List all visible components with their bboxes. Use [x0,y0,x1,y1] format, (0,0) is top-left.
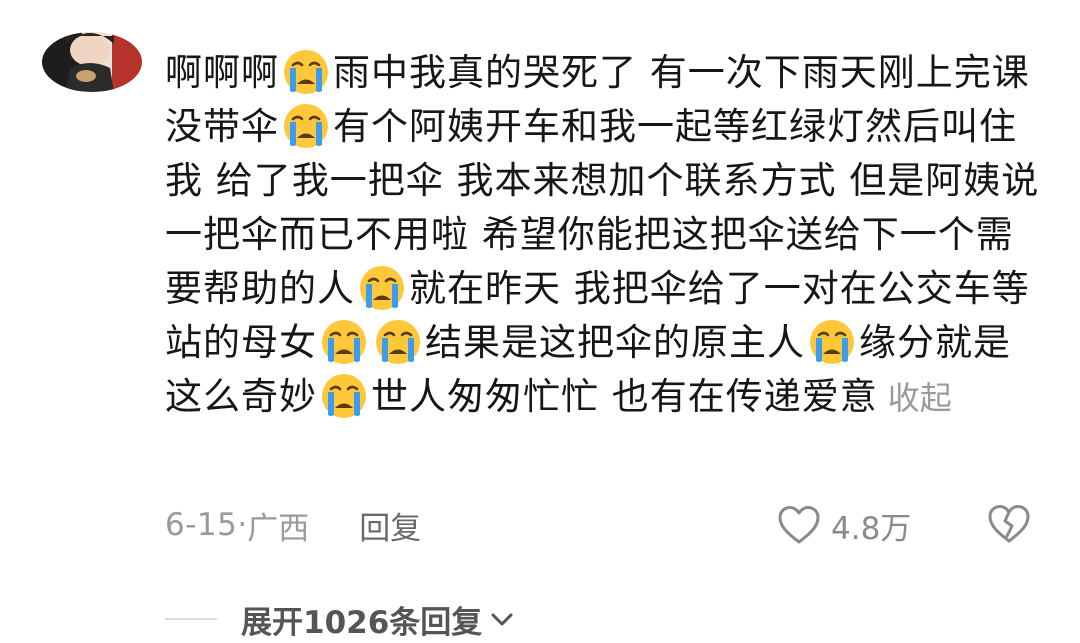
comment-text-segment: 世人匆匆忙忙 也有在传递爱意 [371,375,878,418]
comment-text-segment: 啊啊啊 [165,51,279,94]
like-count: 4.8万 [831,510,912,547]
crying-face-emoji [281,101,331,151]
heart-outline-icon [778,506,820,544]
expand-replies-row: 展开1026条回复 [165,595,516,643]
comment-location: 广西 [247,510,310,547]
avatar-image [42,32,142,92]
dislike-button[interactable] [987,504,1031,544]
expand-replies-button[interactable]: 展开1026条回复 [241,597,516,642]
crying-face-emoji [373,317,423,367]
like-button[interactable]: 4.8万 [777,500,911,550]
meta-separator: · [237,507,248,543]
crying-face-emoji [357,263,407,313]
comment-text-segment: 结果是这把伞的原主人 [425,321,805,364]
comment-text: 啊啊啊 雨中我真的哭死了 有一次下雨天刚上完课没带伞 有个阿姨开车和我一起等红绿灯然… [165,46,1040,425]
divider-line [165,618,217,620]
crying-face-emoji [807,317,857,367]
expand-replies-label: 展开1026条回复 [241,604,483,641]
collapse-button[interactable]: 收起 [888,379,952,417]
crying-face-emoji [281,47,331,97]
crying-face-emoji [319,371,369,421]
comment-screen: 啊啊啊 雨中我真的哭死了 有一次下雨天刚上完课没带伞 有个阿姨开车和我一起等红绿灯然… [0,0,1080,643]
user-avatar[interactable] [42,32,142,92]
comment-meta: 6-15 · 广西 回复 4.8万 [165,500,1045,550]
comment-date: 6-15 [165,507,238,543]
crying-face-emoji [319,317,369,367]
broken-heart-icon [988,505,1030,543]
chevron-down-icon [491,613,513,626]
reply-button[interactable]: 回复 [359,503,421,548]
